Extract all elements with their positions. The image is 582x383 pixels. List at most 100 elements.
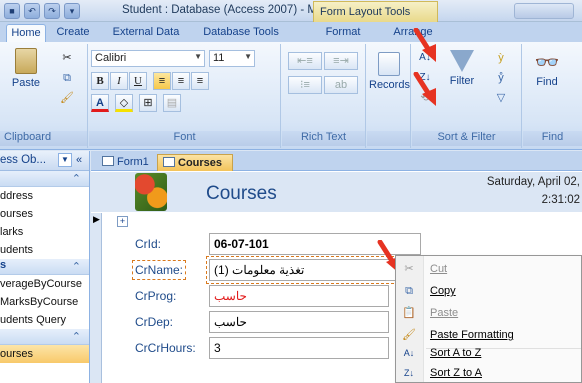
font-group: Calibri ▼ 11 ▼ B I U ≡ ≡ ≡ A ◇ ⊞ ▤ Font <box>89 44 281 148</box>
filter-button[interactable]: Filter <box>442 50 482 87</box>
font-size-value: 11 <box>213 52 225 64</box>
window-title: Student : Database (Access 2007) - M... <box>122 4 327 16</box>
crname-label: CrName: <box>131 260 187 280</box>
menu-item-sort-z-to-a[interactable]: Z↓ Sort Z to A <box>396 362 582 383</box>
records-button[interactable]: Records <box>369 52 410 91</box>
tab-format[interactable]: Format <box>320 24 366 42</box>
rtl-direction-icon[interactable]: ⇤≡ <box>288 52 322 70</box>
form-time: 2:31:02 <box>541 194 580 206</box>
clipboard-group-label: Clipboard <box>0 131 87 146</box>
annotation-arrow-icon <box>413 28 436 62</box>
underline-icon[interactable]: U <box>129 72 147 90</box>
menu-item-label: Paste Formatting <box>430 329 514 341</box>
document-tab-strip: Form1 Courses <box>91 151 582 171</box>
crdep-field[interactable]: حاسب <box>209 311 389 333</box>
tab-external-data[interactable]: External Data <box>106 24 186 42</box>
sort-ascending-icon: A↓ <box>403 348 415 358</box>
nav-pane-header[interactable]: ess Ob... ▼ « <box>0 151 89 171</box>
font-name-combo[interactable]: Calibri ▼ <box>91 50 205 67</box>
collapse-icon: ⌃ <box>71 261 81 273</box>
nav-item-courses-table[interactable]: ourses <box>0 205 89 223</box>
ltr-direction-icon[interactable]: ≡⇥ <box>324 52 358 70</box>
quick-access-toolbar: ■ ↶ ↷ ▾ <box>4 3 80 19</box>
rich-text-group-label: Rich Text <box>282 131 365 146</box>
selection-filter-icon[interactable]: ỳ <box>492 50 510 68</box>
office-button[interactable]: ■ <box>4 3 20 19</box>
find-group: 👓 Find Find <box>523 44 582 148</box>
advanced-filter-icon[interactable]: ẙ <box>492 70 510 88</box>
clipboard-group: Paste ✂ ⧉ 🖌 Clipboard <box>0 44 88 148</box>
copy-icon: ⧉ <box>405 285 413 297</box>
bold-icon[interactable]: B <box>91 72 109 90</box>
nav-item-address[interactable]: ddress <box>0 187 89 205</box>
paste-formatting-icon: 🖌 <box>402 329 416 341</box>
layout-selector-icon[interactable]: + <box>117 216 128 227</box>
form-logo-image <box>135 173 167 211</box>
doc-tab-form1[interactable]: Form1 <box>97 154 155 171</box>
title-bar: ■ ↶ ↷ ▾ Student : Database (Access 2007)… <box>0 0 582 22</box>
crprog-field[interactable]: حاسب <box>209 285 389 307</box>
form-header: Courses Saturday, April 02, 2:31:02 <box>91 172 582 212</box>
crid-label: CrId: <box>135 237 162 251</box>
menu-item-sort-a-to-z[interactable]: A↓ Sort A to Z <box>396 342 582 364</box>
gridlines-icon[interactable]: ⊞ <box>139 94 157 112</box>
collapse-icon: ⌃ <box>71 331 81 343</box>
form-date: Saturday, April 02, <box>486 176 580 188</box>
nav-group-label: s <box>0 259 7 271</box>
filter-funnel-icon <box>450 50 474 72</box>
tab-create[interactable]: Create <box>52 24 94 42</box>
record-selector[interactable]: ▶ <box>91 213 102 383</box>
window-controls[interactable] <box>514 3 574 19</box>
nav-group-queries[interactable]: s ⌃ <box>0 259 89 275</box>
chevron-down-icon[interactable]: ▼ <box>58 153 72 167</box>
records-group: Records <box>367 44 411 148</box>
shutter-bar-close-icon[interactable]: « <box>76 154 82 166</box>
align-center-icon[interactable]: ≡ <box>172 72 190 90</box>
nav-item-courses-form[interactable]: ourses <box>0 345 89 363</box>
records-label: Records <box>369 79 410 91</box>
crcrhours-field[interactable]: 3 <box>209 337 389 359</box>
nav-group-forms[interactable]: ⌃ <box>0 329 89 345</box>
nav-item-marks-by-course[interactable]: MarksByCourse <box>0 293 89 311</box>
fill-color-icon[interactable]: ◇ <box>115 94 133 112</box>
font-name-value: Calibri <box>95 52 127 64</box>
nav-item-marks[interactable]: larks <box>0 223 89 241</box>
nav-item-students[interactable]: udents <box>0 241 89 259</box>
menu-item-copy[interactable]: ⧉ Copy <box>396 280 582 302</box>
bullets-icon[interactable]: ⁝≡ <box>288 76 322 94</box>
find-button[interactable]: 👓 Find <box>529 50 565 88</box>
undo-icon[interactable]: ↶ <box>24 3 40 19</box>
ribbon-tab-strip: Home Create External Data Database Tools… <box>0 22 582 42</box>
current-record-icon: ▶ <box>93 214 100 224</box>
menu-item-label: Sort A to Z <box>430 347 482 359</box>
font-size-combo[interactable]: 11 ▼ <box>209 50 255 67</box>
redo-icon[interactable]: ↷ <box>44 3 60 19</box>
tab-database-tools[interactable]: Database Tools <box>196 24 286 42</box>
crprog-label: CrProg: <box>135 289 177 303</box>
binoculars-icon: 👓 <box>534 52 560 74</box>
format-painter-icon[interactable]: 🖌 <box>58 90 76 108</box>
nav-group-tables[interactable]: ⌃ <box>0 171 89 187</box>
menu-item-paste[interactable]: 📋 Paste <box>396 302 582 324</box>
align-left-icon[interactable]: ≡ <box>153 72 171 90</box>
nav-item-average-by-course[interactable]: verageByCourse <box>0 275 89 293</box>
menu-item-label: Cut <box>430 263 448 275</box>
paste-button[interactable]: Paste <box>10 48 42 89</box>
doc-tab-label: Courses <box>178 157 223 169</box>
italic-icon[interactable]: I <box>110 72 128 90</box>
menu-item-cut[interactable]: ✂ Cut <box>396 258 582 280</box>
customize-qat-icon[interactable]: ▾ <box>64 3 80 19</box>
nav-item-students-query[interactable]: udents Query <box>0 311 89 329</box>
tab-home[interactable]: Home <box>6 24 46 42</box>
toggle-filter-icon[interactable]: ▽ <box>492 90 510 108</box>
copy-icon[interactable]: ⧉ <box>58 70 76 88</box>
cut-icon[interactable]: ✂ <box>58 50 76 68</box>
collapse-icon: ⌃ <box>71 173 81 185</box>
doc-tab-courses[interactable]: Courses <box>157 154 233 171</box>
font-color-icon[interactable]: A <box>91 94 109 112</box>
menu-item-label: Paste <box>430 307 459 319</box>
alternate-fill-icon[interactable]: ▤ <box>163 94 181 112</box>
font-group-label: Font <box>89 131 280 146</box>
align-right-icon[interactable]: ≡ <box>191 72 209 90</box>
numbering-icon[interactable]: ab <box>324 76 358 94</box>
